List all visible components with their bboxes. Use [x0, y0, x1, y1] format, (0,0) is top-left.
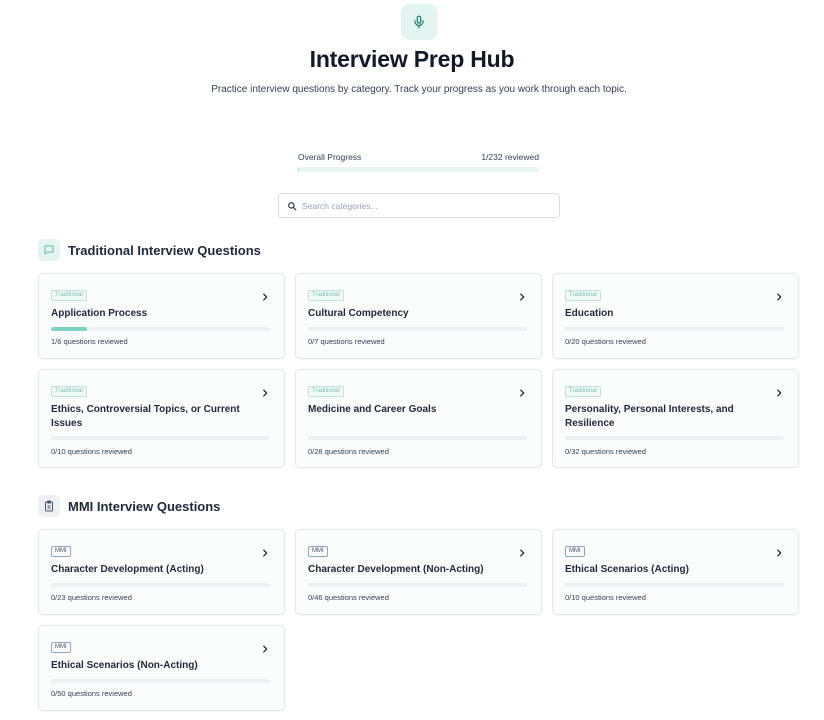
section-header-mmi: MMI Interview Questions — [38, 495, 220, 517]
category-count: 0/32 questions reviewed — [565, 447, 646, 456]
section-title: Traditional Interview Questions — [68, 242, 261, 258]
category-title: Personality, Personal Interests, and Res… — [565, 404, 734, 429]
search-box[interactable] — [278, 193, 560, 218]
section-header-traditional: Traditional Interview Questions — [38, 239, 261, 261]
category-badge: MMI — [308, 546, 328, 557]
overall-progress-fill — [298, 167, 300, 172]
chevron-right-icon — [517, 385, 527, 397]
section-title: MMI Interview Questions — [68, 498, 221, 514]
category-badge: Traditional — [51, 290, 87, 301]
category-count: 0/46 questions reviewed — [308, 593, 389, 602]
category-title: Character Development (Non-Acting) — [308, 564, 484, 575]
category-title: Ethical Scenarios (Acting) — [565, 564, 689, 575]
category-title: Ethical Scenarios (Non-Acting) — [51, 660, 198, 671]
overall-progress-label: Overall Progress — [298, 152, 362, 162]
category-count: 0/28 questions reviewed — [308, 447, 389, 456]
category-progress-bar — [51, 679, 270, 683]
category-progress-bar — [308, 436, 527, 440]
chevron-right-icon — [260, 641, 270, 653]
category-title: Application Process — [51, 308, 148, 319]
chevron-right-icon — [774, 385, 784, 397]
chevron-right-icon — [774, 545, 784, 557]
category-count: 0/10 questions reviewed — [565, 593, 646, 602]
page-title: Interview Prep Hub — [309, 46, 515, 72]
category-card[interactable]: MMI Character Development (Non-Acting) 0/4… — [295, 529, 542, 615]
category-card[interactable]: Traditional Ethics, Controversial Topics,… — [38, 369, 285, 468]
category-progress-bar — [565, 327, 784, 331]
category-progress-bar — [308, 327, 527, 331]
category-card[interactable]: Traditional Application Process 1/6 questi… — [38, 273, 285, 359]
category-title: Education — [565, 308, 614, 319]
category-progress-bar — [51, 436, 270, 440]
chat-bubble-icon — [38, 239, 60, 261]
category-progress-bar — [565, 583, 784, 587]
category-title: Medicine and Career Goals — [308, 404, 437, 415]
category-count: 0/7 questions reviewed — [308, 337, 385, 346]
category-badge: MMI — [51, 642, 71, 653]
category-count: 0/10 questions reviewed — [51, 447, 132, 456]
category-count: 1/6 questions reviewed — [51, 337, 128, 346]
category-title: Ethics, Controversial Topics, or Current… — [51, 404, 240, 429]
category-progress-bar — [308, 583, 527, 587]
clipboard-icon — [38, 495, 60, 517]
category-badge: Traditional — [565, 386, 601, 397]
category-badge: MMI — [565, 546, 585, 557]
category-card[interactable]: Traditional Cultural Competency 0/7 questi… — [295, 273, 542, 359]
category-progress-bar — [51, 583, 270, 587]
category-title: Character Development (Acting) — [51, 564, 204, 575]
category-title: Cultural Competency — [308, 308, 409, 319]
chevron-right-icon — [260, 545, 270, 557]
page-subtitle: Practice interview questions by category… — [211, 84, 627, 95]
overall-progress-count: 1/232 reviewed — [481, 152, 539, 162]
search-icon — [287, 201, 297, 211]
category-card[interactable]: Traditional Education 0/20 questions revie… — [552, 273, 799, 359]
category-card[interactable]: MMI Character Development (Acting) 0/23 qu… — [38, 529, 285, 615]
chevron-right-icon — [774, 289, 784, 301]
category-card[interactable]: Traditional Personality, Personal Interes… — [552, 369, 799, 468]
category-badge: MMI — [51, 546, 71, 557]
category-count: 0/23 questions reviewed — [51, 593, 132, 602]
chevron-right-icon — [260, 289, 270, 301]
category-badge: Traditional — [51, 386, 87, 397]
category-badge: Traditional — [308, 386, 344, 397]
category-card[interactable]: MMI Ethical Scenarios (Non-Acting) 0/50 qu… — [38, 625, 285, 711]
category-badge: Traditional — [308, 290, 344, 301]
category-count: 0/20 questions reviewed — [565, 337, 646, 346]
overall-progress: Overall Progress 1/232 reviewed — [298, 152, 539, 172]
category-progress-fill — [51, 327, 88, 331]
chevron-right-icon — [260, 385, 270, 397]
category-card[interactable]: Traditional Medicine and Career Goals 0/28… — [295, 369, 542, 468]
chevron-right-icon — [517, 289, 527, 301]
search-input[interactable] — [302, 200, 542, 211]
category-progress-bar — [51, 327, 270, 331]
chevron-right-icon — [517, 545, 527, 557]
category-card[interactable]: MMI Ethical Scenarios (Acting) 0/10 questi… — [552, 529, 799, 615]
category-progress-bar — [565, 436, 784, 440]
overall-progress-bar — [298, 167, 539, 172]
category-count: 0/50 questions reviewed — [51, 689, 132, 698]
microphone-icon — [401, 4, 437, 40]
category-badge: Traditional — [565, 290, 601, 301]
